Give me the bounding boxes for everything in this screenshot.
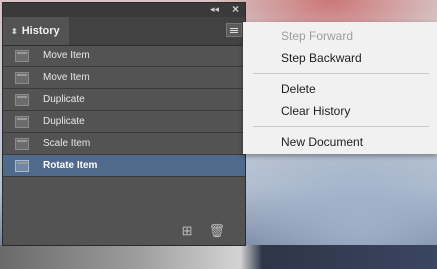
history-list: Move Item Move Item Duplicate Duplicate … bbox=[3, 45, 245, 177]
menu-item-new-document[interactable]: New Document bbox=[281, 135, 363, 149]
history-state-icon bbox=[15, 159, 29, 172]
trash-icon[interactable]: 🗑 bbox=[208, 223, 225, 239]
tab-expand-icon: ⬍ bbox=[11, 26, 18, 36]
menu-separator bbox=[253, 73, 429, 74]
panel-footer: ⊞ 🗑 bbox=[182, 223, 225, 239]
history-row-label: Duplicate bbox=[43, 116, 85, 127]
history-row-label: Rotate Item bbox=[43, 160, 98, 171]
history-panel: ◂◂ × ⬍ History Move Item Move Item Dupli… bbox=[2, 2, 246, 246]
close-icon[interactable]: × bbox=[232, 2, 239, 16]
history-row-label: Duplicate bbox=[43, 94, 85, 105]
history-row-selected[interactable]: Rotate Item bbox=[3, 155, 245, 177]
history-state-icon bbox=[15, 137, 29, 150]
menu-item-clear-history[interactable]: Clear History bbox=[281, 104, 350, 118]
tab-history-label: History bbox=[21, 25, 60, 37]
history-flyout-menu: Step Forward Step Backward Delete Clear … bbox=[243, 22, 437, 154]
history-row-label: Move Item bbox=[43, 50, 90, 61]
menu-item-delete[interactable]: Delete bbox=[281, 82, 316, 96]
history-row[interactable]: Duplicate bbox=[3, 89, 245, 111]
history-row[interactable]: Move Item bbox=[3, 45, 245, 67]
history-row[interactable]: Move Item bbox=[3, 67, 245, 89]
panel-menu-icon[interactable] bbox=[226, 23, 242, 37]
history-state-icon bbox=[15, 49, 29, 62]
history-row-label: Move Item bbox=[43, 72, 90, 83]
panel-tabbar: ⬍ History bbox=[3, 17, 245, 46]
menu-item-step-backward[interactable]: Step Backward bbox=[281, 51, 362, 65]
menu-separator bbox=[253, 126, 429, 127]
history-state-icon bbox=[15, 115, 29, 128]
menu-item-step-forward[interactable]: Step Forward bbox=[281, 29, 353, 43]
history-state-icon bbox=[15, 71, 29, 84]
history-row[interactable]: Scale Item bbox=[3, 133, 245, 155]
history-row-label: Scale Item bbox=[43, 138, 91, 149]
history-row[interactable]: Duplicate bbox=[3, 111, 245, 133]
history-state-icon bbox=[15, 93, 29, 106]
panel-topbar: ◂◂ × bbox=[3, 2, 245, 17]
tab-history[interactable]: ⬍ History bbox=[3, 17, 69, 45]
canvas-background-strip bbox=[0, 245, 437, 269]
collapse-icon[interactable]: ◂◂ bbox=[210, 4, 219, 15]
new-document-icon[interactable]: ⊞ bbox=[182, 223, 193, 239]
